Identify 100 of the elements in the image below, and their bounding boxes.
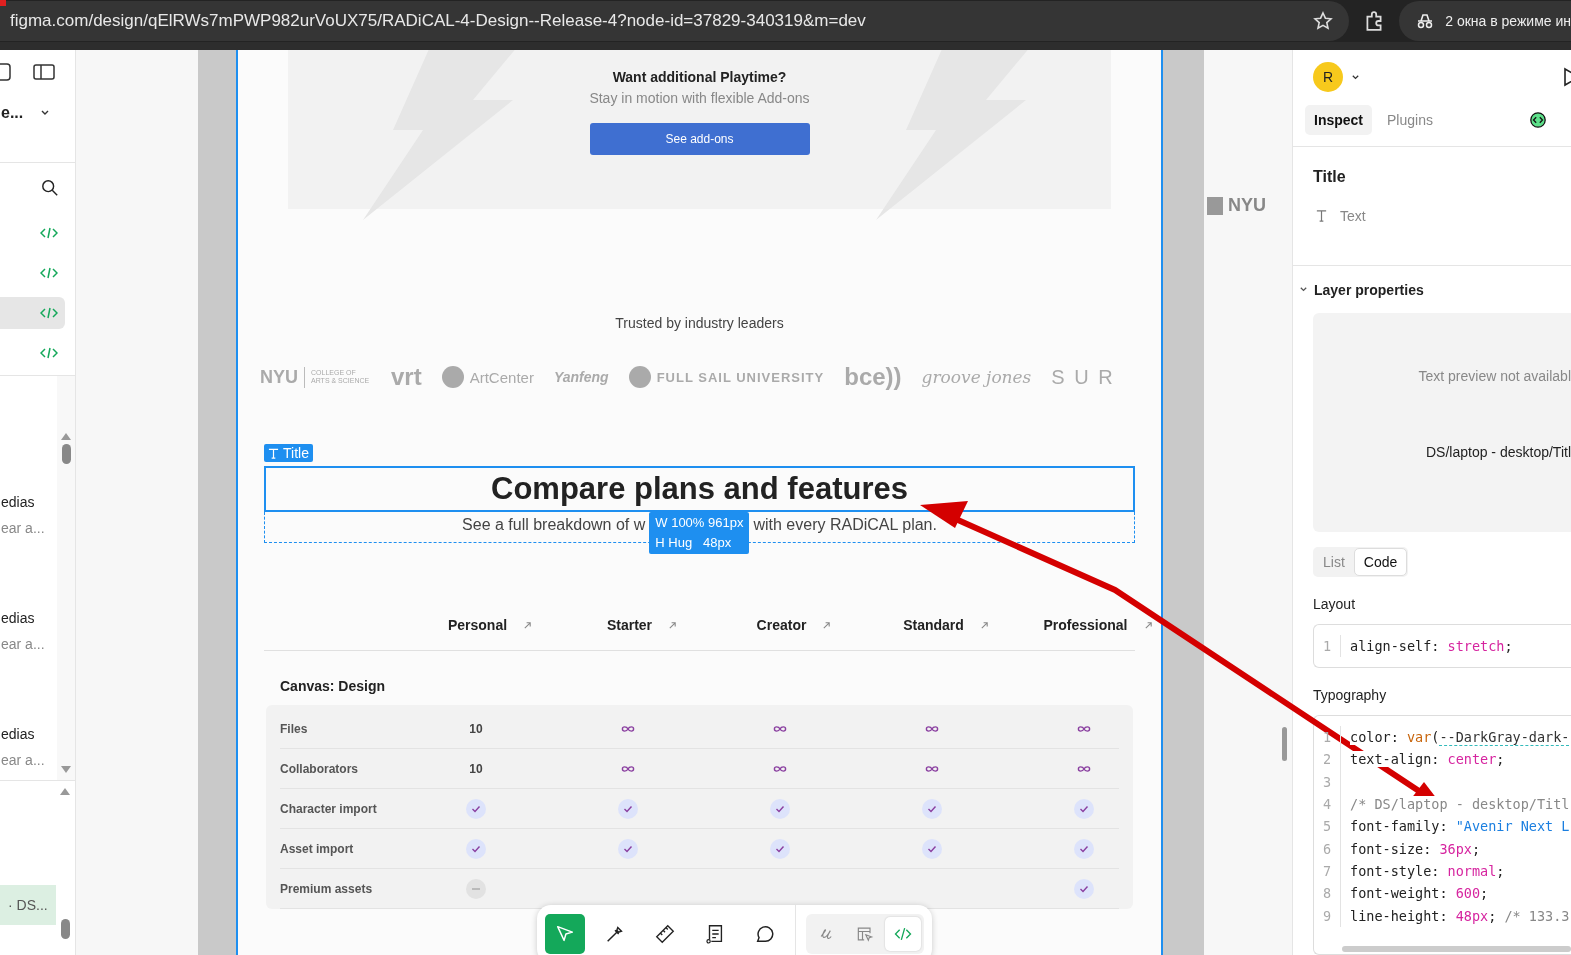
logo: S U R (1051, 365, 1115, 389)
scroll-thumb[interactable] (1282, 727, 1287, 761)
plan-name: Starter (606, 617, 653, 633)
check-icon (770, 838, 790, 859)
external-link-icon[interactable] (979, 620, 989, 630)
check-icon (922, 798, 942, 819)
chevron-down-icon[interactable] (1351, 72, 1360, 82)
incognito-button[interactable]: 2 окна в режиме ин (1399, 1, 1571, 41)
external-link-icon[interactable] (1143, 620, 1153, 630)
check-icon (618, 838, 638, 859)
code-icon (40, 266, 58, 280)
infinity-icon (773, 724, 787, 733)
external-link-icon[interactable] (523, 620, 533, 630)
play-icon[interactable] (1563, 67, 1571, 88)
scroll-down-icon[interactable] (60, 766, 72, 774)
line-number: 2 (1314, 748, 1341, 771)
sidebar-toggle-icon[interactable] (33, 63, 55, 81)
external-link-icon[interactable] (668, 620, 678, 630)
ruler-icon (654, 923, 676, 945)
preview-note: Text preview not availabl (1418, 368, 1571, 385)
size-badge: W 100% 961px H Hug 48px (649, 512, 750, 554)
text-icon (268, 447, 279, 459)
logo: ArtCenter (441, 366, 534, 388)
line-number: 1 (1314, 726, 1341, 749)
text-layer-icon (1315, 209, 1328, 222)
infinity-icon (1077, 724, 1091, 733)
section-heading: Typography (1313, 687, 1388, 703)
text-style-name: DS/laptop - desktop/Titl (1426, 444, 1571, 461)
line-number: 5 (1314, 815, 1341, 838)
code-connect-icon[interactable] (1529, 110, 1547, 129)
selected-list-item[interactable]: · DS... (0, 885, 56, 925)
section-heading[interactable]: Layer properties (1314, 281, 1424, 298)
table-cell: 10 (469, 761, 483, 776)
infinity-icon (1077, 764, 1091, 773)
layer-type: Text (1340, 207, 1366, 224)
feature-name: Collaborators (280, 761, 359, 776)
check-icon (922, 838, 942, 859)
feature-name: Character import (280, 801, 378, 816)
feature-name: Asset import (280, 841, 355, 856)
scroll-up-icon[interactable] (60, 432, 72, 440)
check-icon (1074, 878, 1094, 899)
scroll-thumb[interactable] (1342, 946, 1571, 952)
trusted-heading: Trusted by industry leaders (614, 315, 785, 331)
file-name[interactable]: e... (1, 104, 24, 122)
view-tab[interactable]: Code (1353, 547, 1408, 576)
star-icon[interactable] (1313, 11, 1334, 31)
code-icon (40, 346, 58, 360)
line-number: 3 (1314, 770, 1341, 793)
scroll-thumb[interactable] (61, 444, 71, 464)
search-icon[interactable] (41, 179, 59, 197)
section-heading: Canvas: Design (280, 678, 387, 694)
scroll-thumb[interactable] (61, 919, 70, 939)
code-icon (40, 306, 58, 320)
url-text: figma.com/design/qElRWs7mPWP982urVoUX75/RADiCAL-4-Design--Release-4?node-id=37829-340319&m=dev (10, 11, 867, 31)
line-number: 9 (1314, 904, 1341, 927)
help-icon[interactable] (0, 62, 12, 82)
logo: FULL SAIL UNIVERSITY (628, 366, 825, 388)
line-number: 6 (1314, 837, 1341, 860)
check-icon (466, 838, 486, 859)
promo-title: Want additional Playtime? (612, 69, 787, 85)
scrollbar[interactable] (57, 376, 75, 780)
code-icon (40, 226, 58, 240)
list-item-subtitle: ear a... (1, 636, 46, 652)
list-item-title[interactable]: edias (1, 494, 57, 510)
feature-name: Files (280, 721, 309, 736)
subtitle-text: See a full breakdown of w (462, 516, 646, 534)
selection-tag: Title (264, 444, 313, 462)
layer-name: Title (1313, 167, 1347, 186)
address-bar[interactable]: figma.com/design/qElRWs7mPWP982urVoUX75/RADiCAL-4-Design--Release-4?node-id=37829-340319&m=dev (0, 1, 1350, 41)
line-number: 1 (1314, 634, 1341, 657)
code-layer-item[interactable] (0, 297, 65, 329)
check-icon (466, 798, 486, 819)
panel-tab[interactable]: Inspect (1305, 104, 1372, 135)
comment-icon (754, 923, 776, 945)
list-item-subtitle: ear a... (1, 520, 46, 536)
line-number: 7 (1314, 859, 1341, 883)
see-addons-button[interactable]: See add-ons (589, 123, 810, 155)
plan-name: Personal (447, 617, 508, 633)
line-number: 4 (1314, 792, 1341, 816)
subtitle-text: with every RADiCAL plan. (753, 516, 937, 534)
code-mode-button[interactable] (885, 917, 921, 951)
check-icon (770, 798, 790, 819)
user-avatar[interactable]: R (1313, 62, 1343, 93)
page-title: Compare plans and features (491, 471, 908, 507)
line-number: 8 (1314, 882, 1341, 905)
feature-name: Premium assets (280, 881, 374, 896)
logo: bce)) (844, 363, 902, 391)
panel-tab[interactable]: Plugins (1378, 104, 1442, 135)
scroll-up-icon[interactable] (59, 787, 71, 795)
list-item-subtitle: ear a... (1, 752, 46, 768)
plan-name: Professional (1043, 617, 1128, 633)
infinity-icon (925, 724, 939, 733)
list-item-title[interactable]: edias (1, 610, 57, 626)
infinity-icon (621, 724, 635, 733)
pointer-tool-button[interactable] (545, 914, 585, 954)
list-item-title[interactable]: edias (1, 726, 57, 742)
plan-name: Creator (756, 617, 807, 633)
logo: NYU (1207, 195, 1266, 216)
external-link-icon[interactable] (822, 620, 832, 630)
tab-marker (0, 0, 6, 6)
